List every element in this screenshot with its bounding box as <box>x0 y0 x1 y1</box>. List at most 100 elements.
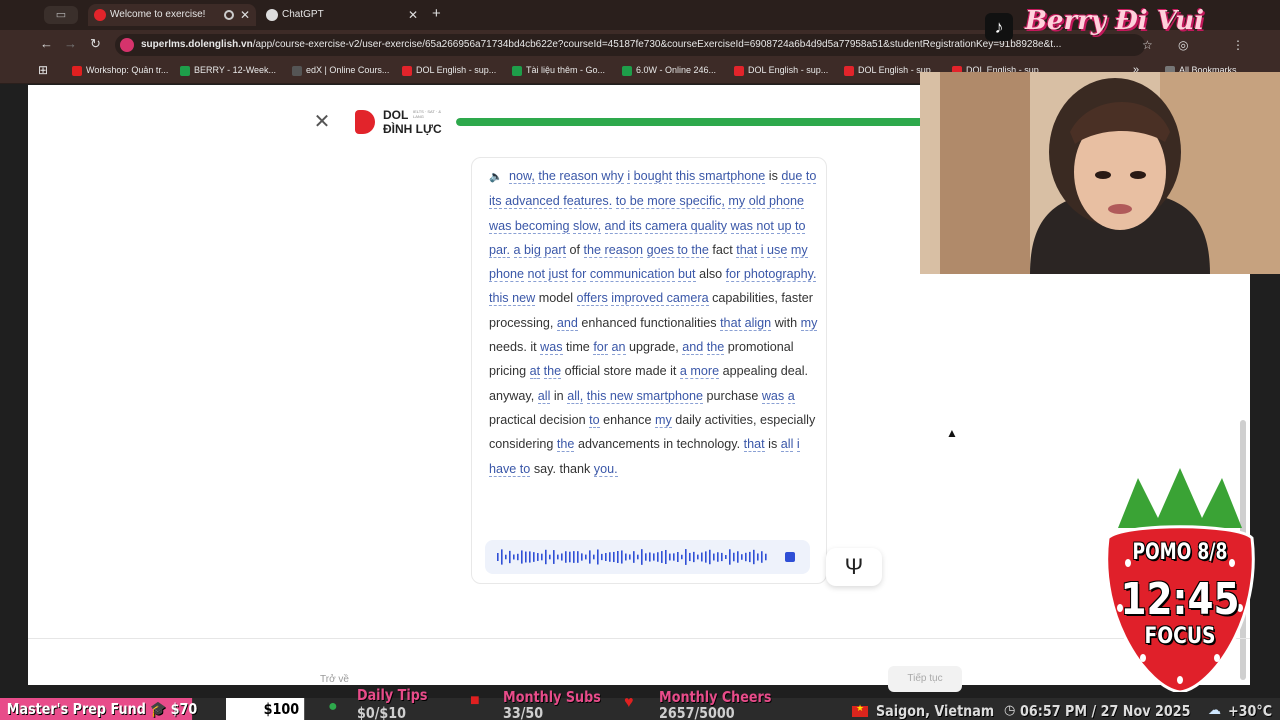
bookmark-item[interactable]: DOL English - sup... <box>402 65 496 76</box>
reload-icon[interactable]: ↻ <box>90 36 101 52</box>
back-button[interactable]: Trở về <box>320 674 349 685</box>
highlighted-phrase[interactable]: was becoming <box>489 218 570 234</box>
bookmark-item[interactable]: Workshop: Quản tr... <box>72 65 168 76</box>
stop-recording-button[interactable] <box>785 552 795 562</box>
waveform-bar <box>661 551 663 563</box>
waveform-bar <box>737 551 739 563</box>
highlighted-phrase[interactable]: a <box>787 388 795 404</box>
highlighted-phrase[interactable]: use <box>767 242 788 258</box>
highlighted-phrase[interactable]: slow, <box>573 218 602 234</box>
highlighted-phrase[interactable]: its advanced features. <box>489 194 613 210</box>
new-tab-icon[interactable]: + <box>432 5 441 22</box>
highlighted-phrase[interactable]: and <box>556 315 578 331</box>
highlighted-phrase[interactable]: you. <box>593 461 618 477</box>
bookmark-item[interactable]: Tài liệu thêm - Go... <box>512 65 605 76</box>
logo-text-bottom: ĐÌNH LỰC <box>383 122 442 136</box>
highlighted-phrase[interactable]: improved camera <box>611 291 709 307</box>
tab-chatgpt[interactable]: ChatGPT ✕ <box>260 4 424 26</box>
highlighted-phrase[interactable]: due to <box>781 169 817 184</box>
highlighted-phrase[interactable]: i <box>627 169 631 184</box>
psi-icon[interactable]: Ψ <box>826 548 882 586</box>
forward-arrow-icon[interactable]: → <box>64 36 77 51</box>
highlighted-phrase[interactable]: my <box>654 412 672 428</box>
weather-text: +30°C <box>1228 702 1273 720</box>
highlighted-phrase[interactable]: that <box>736 242 758 258</box>
highlighted-phrase[interactable]: that align <box>720 315 772 331</box>
highlighted-phrase[interactable]: an <box>611 340 626 356</box>
close-tab-icon[interactable]: ✕ <box>240 4 250 26</box>
tab-search-icon[interactable]: ▭ <box>44 6 78 24</box>
continue-button[interactable]: Tiếp tục <box>888 666 962 692</box>
highlighted-phrase[interactable]: goes to the <box>646 242 709 258</box>
highlighted-phrase[interactable]: this new smartphone <box>586 388 704 404</box>
bookmark-item[interactable]: BERRY - 12-Week... <box>180 65 276 76</box>
waveform-bar <box>613 551 615 563</box>
star-icon[interactable]: ☆ <box>1142 38 1153 52</box>
location-text: Saigon, Vietnam <box>876 702 995 720</box>
close-lesson-button[interactable]: ✕ <box>308 108 336 136</box>
menu-icon[interactable]: ⋮ <box>1232 38 1244 52</box>
highlighted-phrase[interactable]: a big part <box>513 242 567 258</box>
highlighted-phrase[interactable]: a more <box>679 364 720 380</box>
dol-logo-mark-icon <box>355 110 375 134</box>
cloud-icon: ☁ <box>1208 702 1221 717</box>
highlighted-phrase[interactable]: the reason why <box>538 169 624 184</box>
close-tab-icon[interactable]: ✕ <box>408 4 418 26</box>
highlighted-phrase[interactable]: now, <box>509 169 535 184</box>
highlighted-phrase[interactable]: the reason <box>583 242 644 258</box>
highlighted-phrase[interactable]: the <box>543 364 562 380</box>
waveform-bar <box>521 550 523 564</box>
bookmark-item[interactable]: 6.0W - Online 246... <box>622 65 716 76</box>
waveform-bar <box>701 552 703 562</box>
highlighted-phrase[interactable]: to be more specific, <box>615 194 725 210</box>
highlighted-phrase[interactable]: i <box>796 437 800 453</box>
waveform-bar <box>645 553 647 561</box>
highlighted-phrase[interactable]: was <box>761 388 785 404</box>
audio-waveform-player[interactable] <box>485 540 810 574</box>
highlighted-phrase[interactable]: this new <box>489 291 536 307</box>
highlighted-phrase[interactable]: for <box>593 340 609 356</box>
highlighted-phrase[interactable]: the <box>556 437 575 453</box>
waveform-bar <box>689 552 691 562</box>
highlighted-phrase[interactable]: my old phone <box>728 194 805 210</box>
waveform-bar <box>505 554 507 560</box>
highlighted-phrase[interactable]: my <box>800 315 818 331</box>
highlighted-phrase[interactable]: communication <box>589 267 675 283</box>
highlighted-phrase[interactable]: for photography. <box>725 267 817 283</box>
waveform-bar <box>749 551 751 563</box>
highlighted-phrase[interactable]: offers <box>576 291 608 307</box>
highlighted-phrase[interactable]: that <box>743 437 765 453</box>
highlighted-phrase[interactable]: but <box>678 267 696 283</box>
highlighted-phrase[interactable]: this smartphone <box>675 169 766 184</box>
highlighted-phrase[interactable]: at <box>529 364 541 380</box>
highlighted-phrase[interactable]: all <box>780 437 794 453</box>
highlighted-phrase[interactable]: bought <box>633 169 673 184</box>
waveform-bar <box>745 552 747 562</box>
back-arrow-icon[interactable]: ← <box>40 36 53 51</box>
highlighted-phrase[interactable]: was not <box>730 218 774 234</box>
monthly-subs-value: 33/50 <box>503 704 544 720</box>
highlighted-phrase[interactable]: i <box>760 242 764 258</box>
highlighted-phrase[interactable]: have to <box>489 461 531 477</box>
highlighted-phrase[interactable]: for <box>571 267 587 283</box>
channel-title: Berry Đi Vui <box>1025 6 1205 36</box>
highlighted-phrase[interactable]: the <box>706 340 725 356</box>
waveform-bar <box>729 549 731 565</box>
highlighted-phrase[interactable]: all <box>537 388 551 404</box>
waveform-bar <box>721 552 723 562</box>
extension-icon[interactable]: ◎ <box>1178 38 1188 52</box>
highlighted-phrase[interactable]: and <box>682 340 704 356</box>
highlighted-phrase[interactable]: not just <box>527 267 569 283</box>
transcript-word: purchase <box>706 388 759 403</box>
waveform-bar <box>741 554 743 560</box>
highlighted-phrase[interactable]: camera quality <box>645 218 728 234</box>
bookmark-item[interactable]: DOL English - sup... <box>734 65 828 76</box>
speaker-icon[interactable]: 🔈 <box>489 165 505 189</box>
tab-exercise[interactable]: Welcome to exercise! ✕ <box>88 4 256 26</box>
highlighted-phrase[interactable]: to <box>589 412 600 428</box>
highlighted-phrase[interactable]: all, <box>567 388 584 404</box>
apps-grid-icon[interactable]: ⊞ <box>38 63 48 77</box>
bookmark-item[interactable]: edX | Online Cours... <box>292 65 389 76</box>
highlighted-phrase[interactable]: was <box>540 340 563 356</box>
highlighted-phrase[interactable]: and its <box>604 218 642 234</box>
